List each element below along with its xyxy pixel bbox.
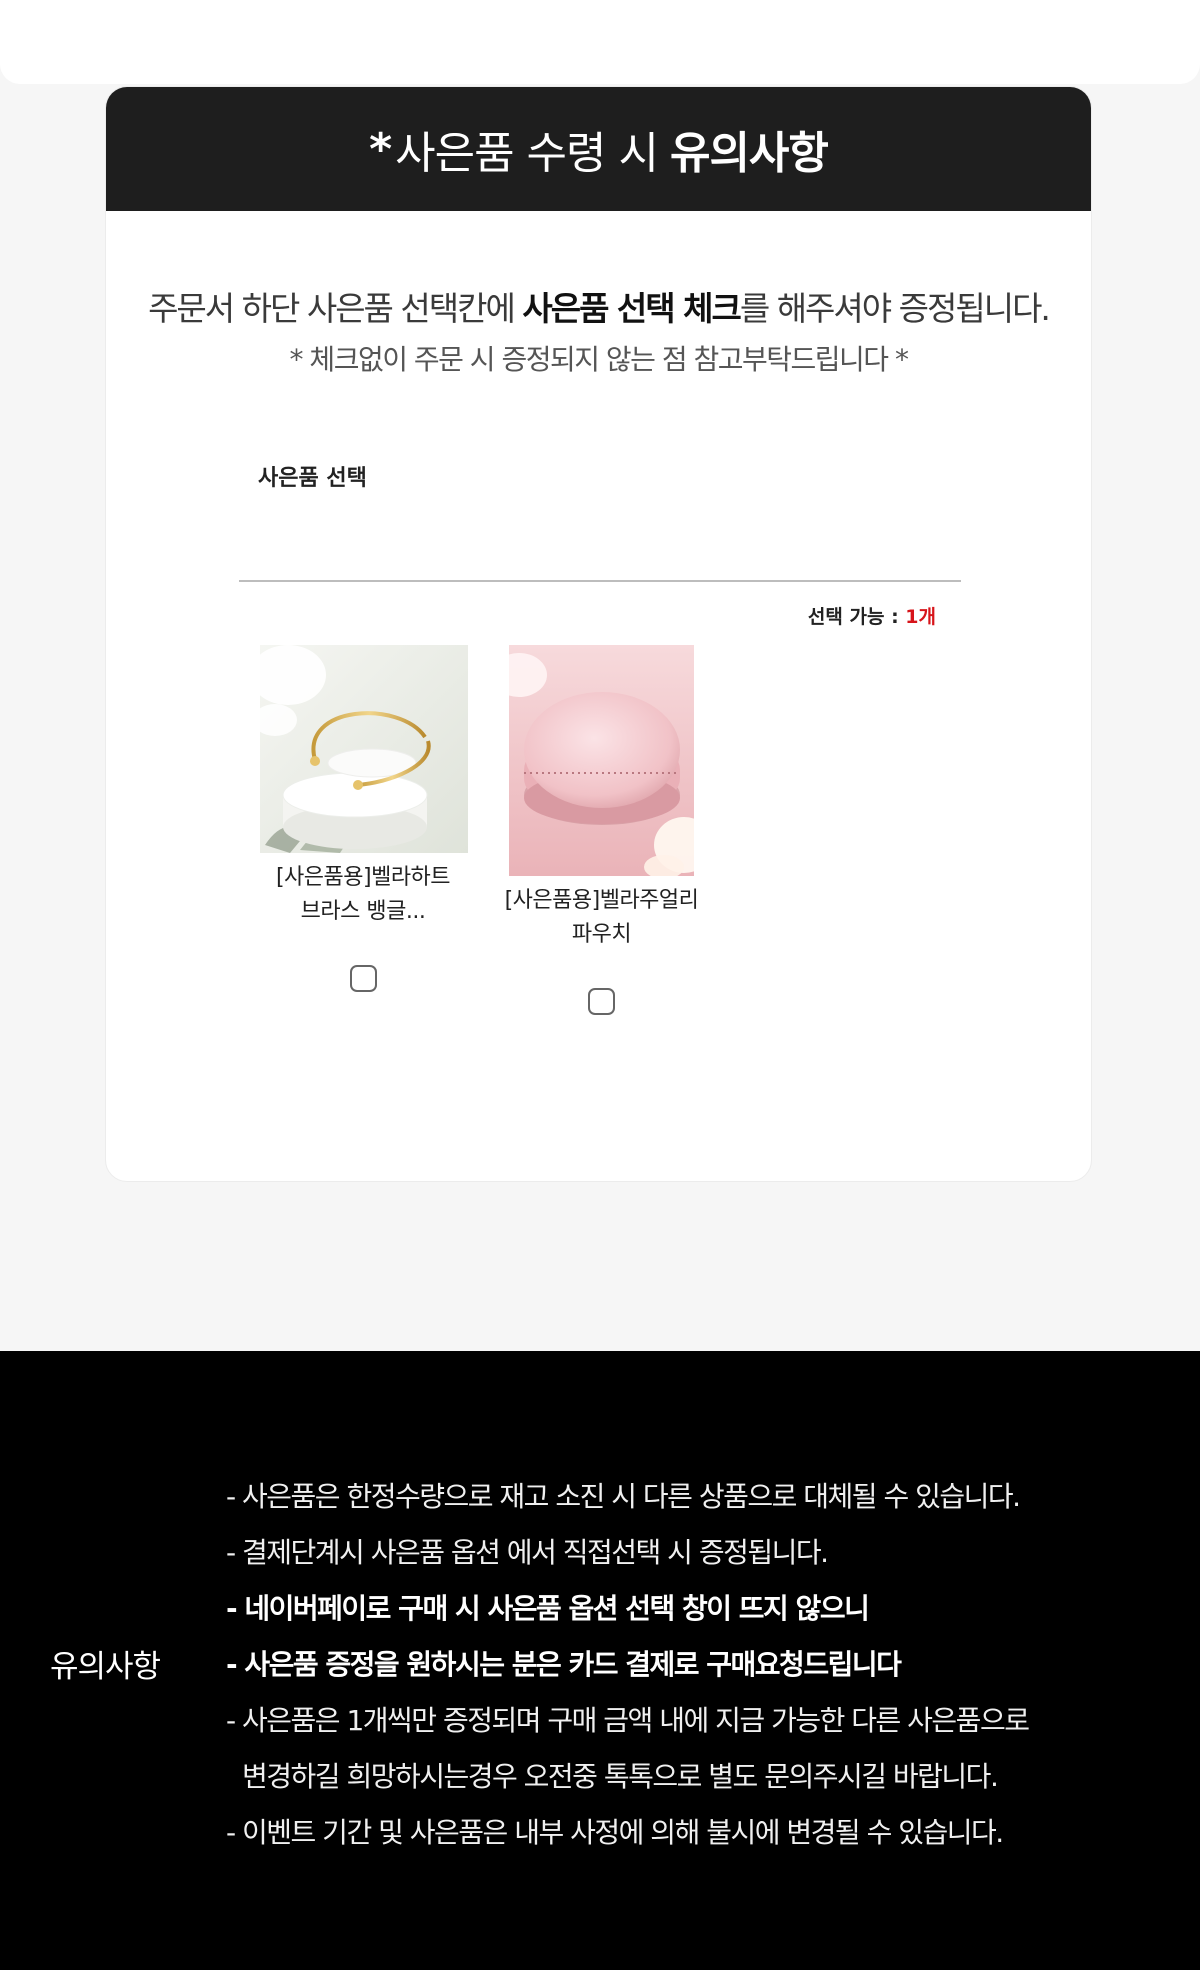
select-limit-count: 1개 [905,606,936,628]
notice-line-1: 주문서 하단 사은품 선택칸에 사은품 선택 체크를 해주셔야 증정됩니다. [106,282,1091,330]
footer-line-bold: - 네이버페이로 구매 시 사은품 옵션 선택 창이 뜨지 않으니 [226,1592,870,1625]
footer-notice: 유의사항 - 사은품은 한정수량으로 재고 소진 시 다른 상품으로 대체될 수… [0,1351,1200,1970]
header-star: * [369,123,392,175]
notice-line-1-post: 를 해주셔야 증정됩니다. [739,289,1051,328]
footer-line: - 결제단계시 사은품 옵션 에서 직접선택 시 증정됩니다. [226,1536,829,1569]
gift-notice-card: * 사은품 수령 시 유의사항 주문서 하단 사은품 선택칸에 사은품 선택 체… [105,86,1092,1182]
header-title-normal: 사은품 수령 시 [395,128,659,179]
divider [239,580,961,582]
footer-notice-list: - 사은품은 한정수량으로 재고 소진 시 다른 상품으로 대체될 수 있습니다… [226,1469,1126,1861]
gift-item-name-line1: [사은품용]벨라하트 [275,865,451,890]
gift-item-bangle: [사은품용]벨라하트 브라스 뱅글... [260,645,468,992]
pouch-image-icon [509,645,694,876]
footer-label: 유의사항 [50,1649,161,1685]
gift-checkbox-pouch[interactable] [588,988,615,1015]
gift-item-name-line1: [사은품용]벨라주얼리 [504,888,699,913]
top-panel [0,0,1200,84]
gift-checkbox-bangle[interactable] [349,965,377,992]
card-header: * 사은품 수령 시 유의사항 [106,87,1091,211]
gift-item-image-pouch[interactable] [509,645,694,876]
gift-item-name-line2: 파우치 [571,922,632,947]
gift-item-image-bangle[interactable] [260,645,468,853]
gift-select-title: 사은품 선택 [258,466,367,491]
header-title-bold: 유의사항 [669,128,829,179]
notice-line-1-bold: 사은품 선택 체크 [522,289,741,328]
gift-item-name-pouch: [사은품용]벨라주얼리 파우치 [491,884,712,952]
notice-line-2: * 체크없이 주문 시 증정되지 않는 점 참고부탁드립니다 * [289,343,909,376]
gift-item-pouch: [사은품용]벨라주얼리 파우치 [491,645,712,1015]
bangle-image-icon [260,645,468,853]
footer-line: 변경하길 희망하시는경우 오전중 톡톡으로 별도 문의주시길 바랍니다. [242,1760,999,1793]
footer-line: - 사은품은 1개씩만 증정되며 구매 금액 내에 지금 가능한 다른 사은품으… [226,1704,1030,1737]
select-limit: 선택 가능 : 1개 [808,602,936,629]
footer-line: - 이벤트 기간 및 사은품은 내부 사정에 의해 불시에 변경될 수 있습니다… [226,1816,1004,1849]
notice-line-1-pre: 주문서 하단 사은품 선택칸에 [148,289,523,328]
select-limit-label: 선택 가능 : [807,606,906,628]
footer-line-bold: - 사은품 증정을 원하시는 분은 카드 결제로 구매요청드립니다 [226,1648,902,1681]
gift-item-name-line2: 브라스 뱅글... [300,899,426,924]
footer-line: - 사은품은 한정수량으로 재고 소진 시 다른 상품으로 대체될 수 있습니다… [226,1480,1021,1513]
gift-item-name-bangle: [사은품용]벨라하트 브라스 뱅글... [260,861,466,929]
